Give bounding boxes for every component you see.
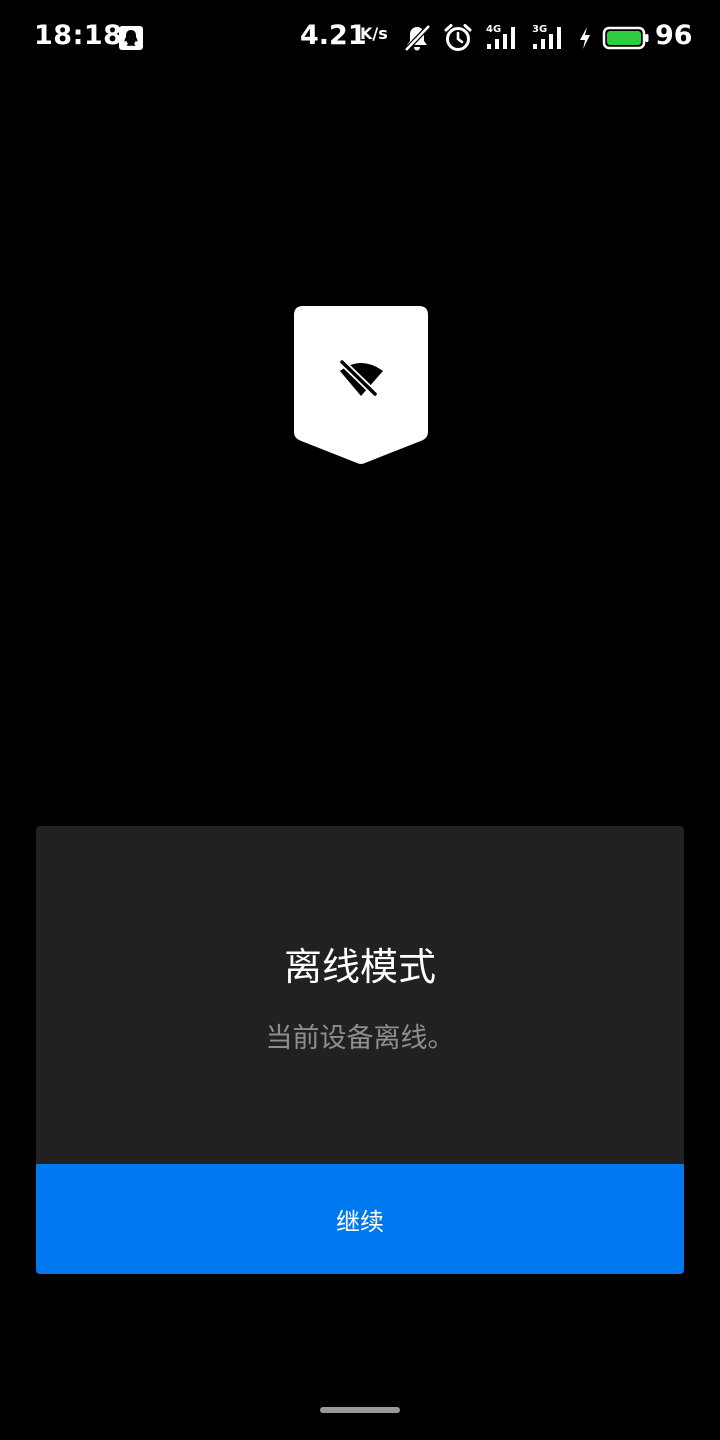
continue-button[interactable]: 继续 bbox=[36, 1164, 684, 1274]
battery-icon bbox=[602, 26, 649, 50]
dialog-title: 离线模式 bbox=[283, 945, 436, 989]
network-speed: 4.21 bbox=[300, 20, 367, 51]
status-time: 18:18 bbox=[34, 20, 123, 51]
dialog-message: 当前设备离线。 bbox=[265, 1023, 455, 1054]
battery-percentage: 96 bbox=[655, 20, 693, 51]
screen: 18:18 4.21 K/s 4G 3G 96 离线模式 当前设备离线。 继续 bbox=[0, 0, 720, 1440]
alarm-icon bbox=[444, 24, 472, 51]
status-bar: 18:18 4.21 K/s 4G 3G 96 bbox=[0, 0, 720, 76]
charging-bolt-icon bbox=[580, 27, 590, 49]
home-indicator[interactable] bbox=[320, 1407, 400, 1413]
offline-emblem bbox=[294, 306, 428, 464]
offline-dialog: 离线模式 当前设备离线。 继续 bbox=[36, 826, 684, 1274]
signal-3g-label: 3G bbox=[532, 24, 547, 35]
network-speed-unit: K/s bbox=[360, 24, 388, 43]
signal-4g-icon: 4G bbox=[486, 24, 515, 49]
signal-3g-icon: 3G bbox=[532, 24, 561, 49]
signal-4g-label: 4G bbox=[486, 24, 501, 35]
qq-notification-icon bbox=[119, 26, 143, 50]
mute-bell-icon bbox=[404, 24, 431, 52]
